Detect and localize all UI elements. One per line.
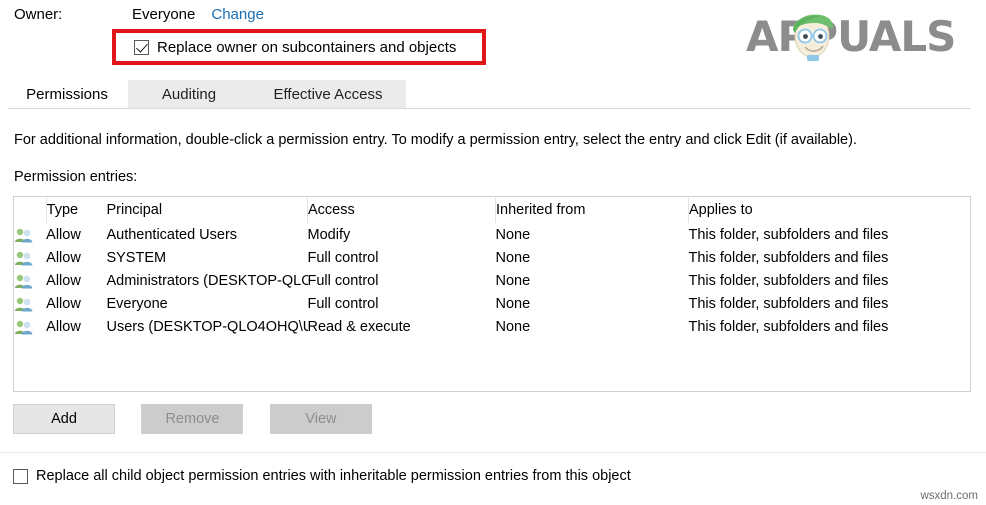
tab-strip: Permissions Auditing Effective Access <box>0 80 986 109</box>
owner-label: Owner: <box>14 6 63 23</box>
permission-entries-label: Permission entries: <box>14 169 138 185</box>
row-icon-cell <box>14 315 46 338</box>
row-principal: SYSTEM <box>106 249 167 266</box>
users-group-icon <box>15 228 33 242</box>
header-icon-spacer <box>14 197 47 223</box>
header-inherited-from[interactable]: Inherited from <box>495 197 689 223</box>
users-group-icon <box>15 251 33 265</box>
replace-owner-checkbox[interactable] <box>134 39 149 55</box>
row-applies-to: This folder, subfolders and files <box>688 295 889 312</box>
appuals-logo: APPUALS <box>746 4 978 64</box>
row-principal: Administrators (DESKTOP-QLO... <box>106 272 308 289</box>
row-applies-to: This folder, subfolders and files <box>688 249 889 266</box>
users-group-icon <box>15 297 33 311</box>
users-group-icon <box>15 274 33 288</box>
row-principal: Authenticated Users <box>106 226 238 243</box>
tab-effective-access-label: Effective Access <box>273 86 383 103</box>
replace-owner-highlight-box: Replace owner on subcontainers and objec… <box>112 29 486 65</box>
table-row[interactable]: Allow SYSTEM Full control None This fold… <box>14 246 970 269</box>
row-principal: Everyone <box>106 295 168 312</box>
tabs-divider <box>8 108 971 109</box>
row-access: Full control <box>307 272 379 289</box>
row-type: Allow <box>46 318 81 335</box>
advanced-security-settings-dialog: Owner: Everyone Change Replace owner on … <box>0 0 986 505</box>
row-access: Read & execute <box>307 318 411 335</box>
row-inherited-from: None <box>495 272 531 289</box>
table-row[interactable]: Allow Administrators (DESKTOP-QLO... Ful… <box>14 269 970 292</box>
owner-value: Everyone <box>132 6 196 23</box>
owner-row: Owner: Everyone Change <box>14 6 264 23</box>
add-button[interactable]: Add <box>13 404 115 434</box>
replace-owner-label: Replace owner on subcontainers and objec… <box>157 38 457 56</box>
header-principal[interactable]: Principal <box>106 197 309 223</box>
row-inherited-from: None <box>495 295 531 312</box>
row-icon-cell <box>14 269 46 292</box>
header-applies-to[interactable]: Applies to <box>688 197 970 223</box>
tab-auditing[interactable]: Auditing <box>128 80 250 109</box>
table-row[interactable]: Allow Users (DESKTOP-QLO4OHQ\Us... Read … <box>14 315 970 338</box>
row-icon-cell <box>14 223 46 246</box>
row-access: Full control <box>307 295 379 312</box>
row-type: Allow <box>46 249 81 266</box>
row-inherited-from: None <box>495 226 531 243</box>
row-type: Allow <box>46 226 81 243</box>
row-applies-to: This folder, subfolders and files <box>688 272 889 289</box>
row-icon-cell <box>14 246 46 269</box>
row-type: Allow <box>46 295 81 312</box>
change-owner-link[interactable]: Change <box>211 6 264 23</box>
appuals-logo-text: APPUALS <box>746 12 956 61</box>
tab-permissions-label: Permissions <box>26 86 108 103</box>
watermark: wsxdn.com <box>920 490 978 502</box>
row-inherited-from: None <box>495 249 531 266</box>
replace-child-permissions-label: Replace all child object permission entr… <box>36 468 631 484</box>
row-icon-cell <box>14 292 46 315</box>
table-row[interactable]: Allow Authenticated Users Modify None Th… <box>14 223 970 246</box>
permission-entries-list[interactable]: Type Principal Access Inherited from App… <box>13 196 971 392</box>
footer-divider <box>0 452 986 453</box>
users-group-icon <box>15 320 33 334</box>
row-applies-to: This folder, subfolders and files <box>688 318 889 335</box>
header-access[interactable]: Access <box>307 197 496 223</box>
replace-child-permissions-row: Replace all child object permission entr… <box>13 468 631 484</box>
appuals-mascot-icon <box>793 14 834 61</box>
tab-auditing-label: Auditing <box>161 86 217 103</box>
view-button: View <box>269 404 372 434</box>
row-access: Modify <box>307 226 351 243</box>
row-type: Allow <box>46 272 81 289</box>
permission-entries-body: Allow Authenticated Users Modify None Th… <box>14 223 970 338</box>
permission-entries-table: Type Principal Access Inherited from App… <box>14 197 970 338</box>
row-principal: Users (DESKTOP-QLO4OHQ\Us... <box>106 318 307 335</box>
row-access: Full control <box>307 249 379 266</box>
button-row: Add Remove View <box>13 404 394 434</box>
table-header-row: Type Principal Access Inherited from App… <box>14 197 970 223</box>
row-applies-to: This folder, subfolders and files <box>688 226 889 243</box>
tab-permissions[interactable]: Permissions <box>8 80 126 109</box>
row-inherited-from: None <box>495 318 531 335</box>
info-text: For additional information, double-click… <box>14 132 857 148</box>
table-row[interactable]: Allow Everyone Full control None This fo… <box>14 292 970 315</box>
tab-effective-access[interactable]: Effective Access <box>250 80 406 109</box>
remove-button: Remove <box>141 404 244 434</box>
header-type[interactable]: Type <box>46 197 106 223</box>
replace-child-permissions-checkbox[interactable] <box>13 468 28 484</box>
